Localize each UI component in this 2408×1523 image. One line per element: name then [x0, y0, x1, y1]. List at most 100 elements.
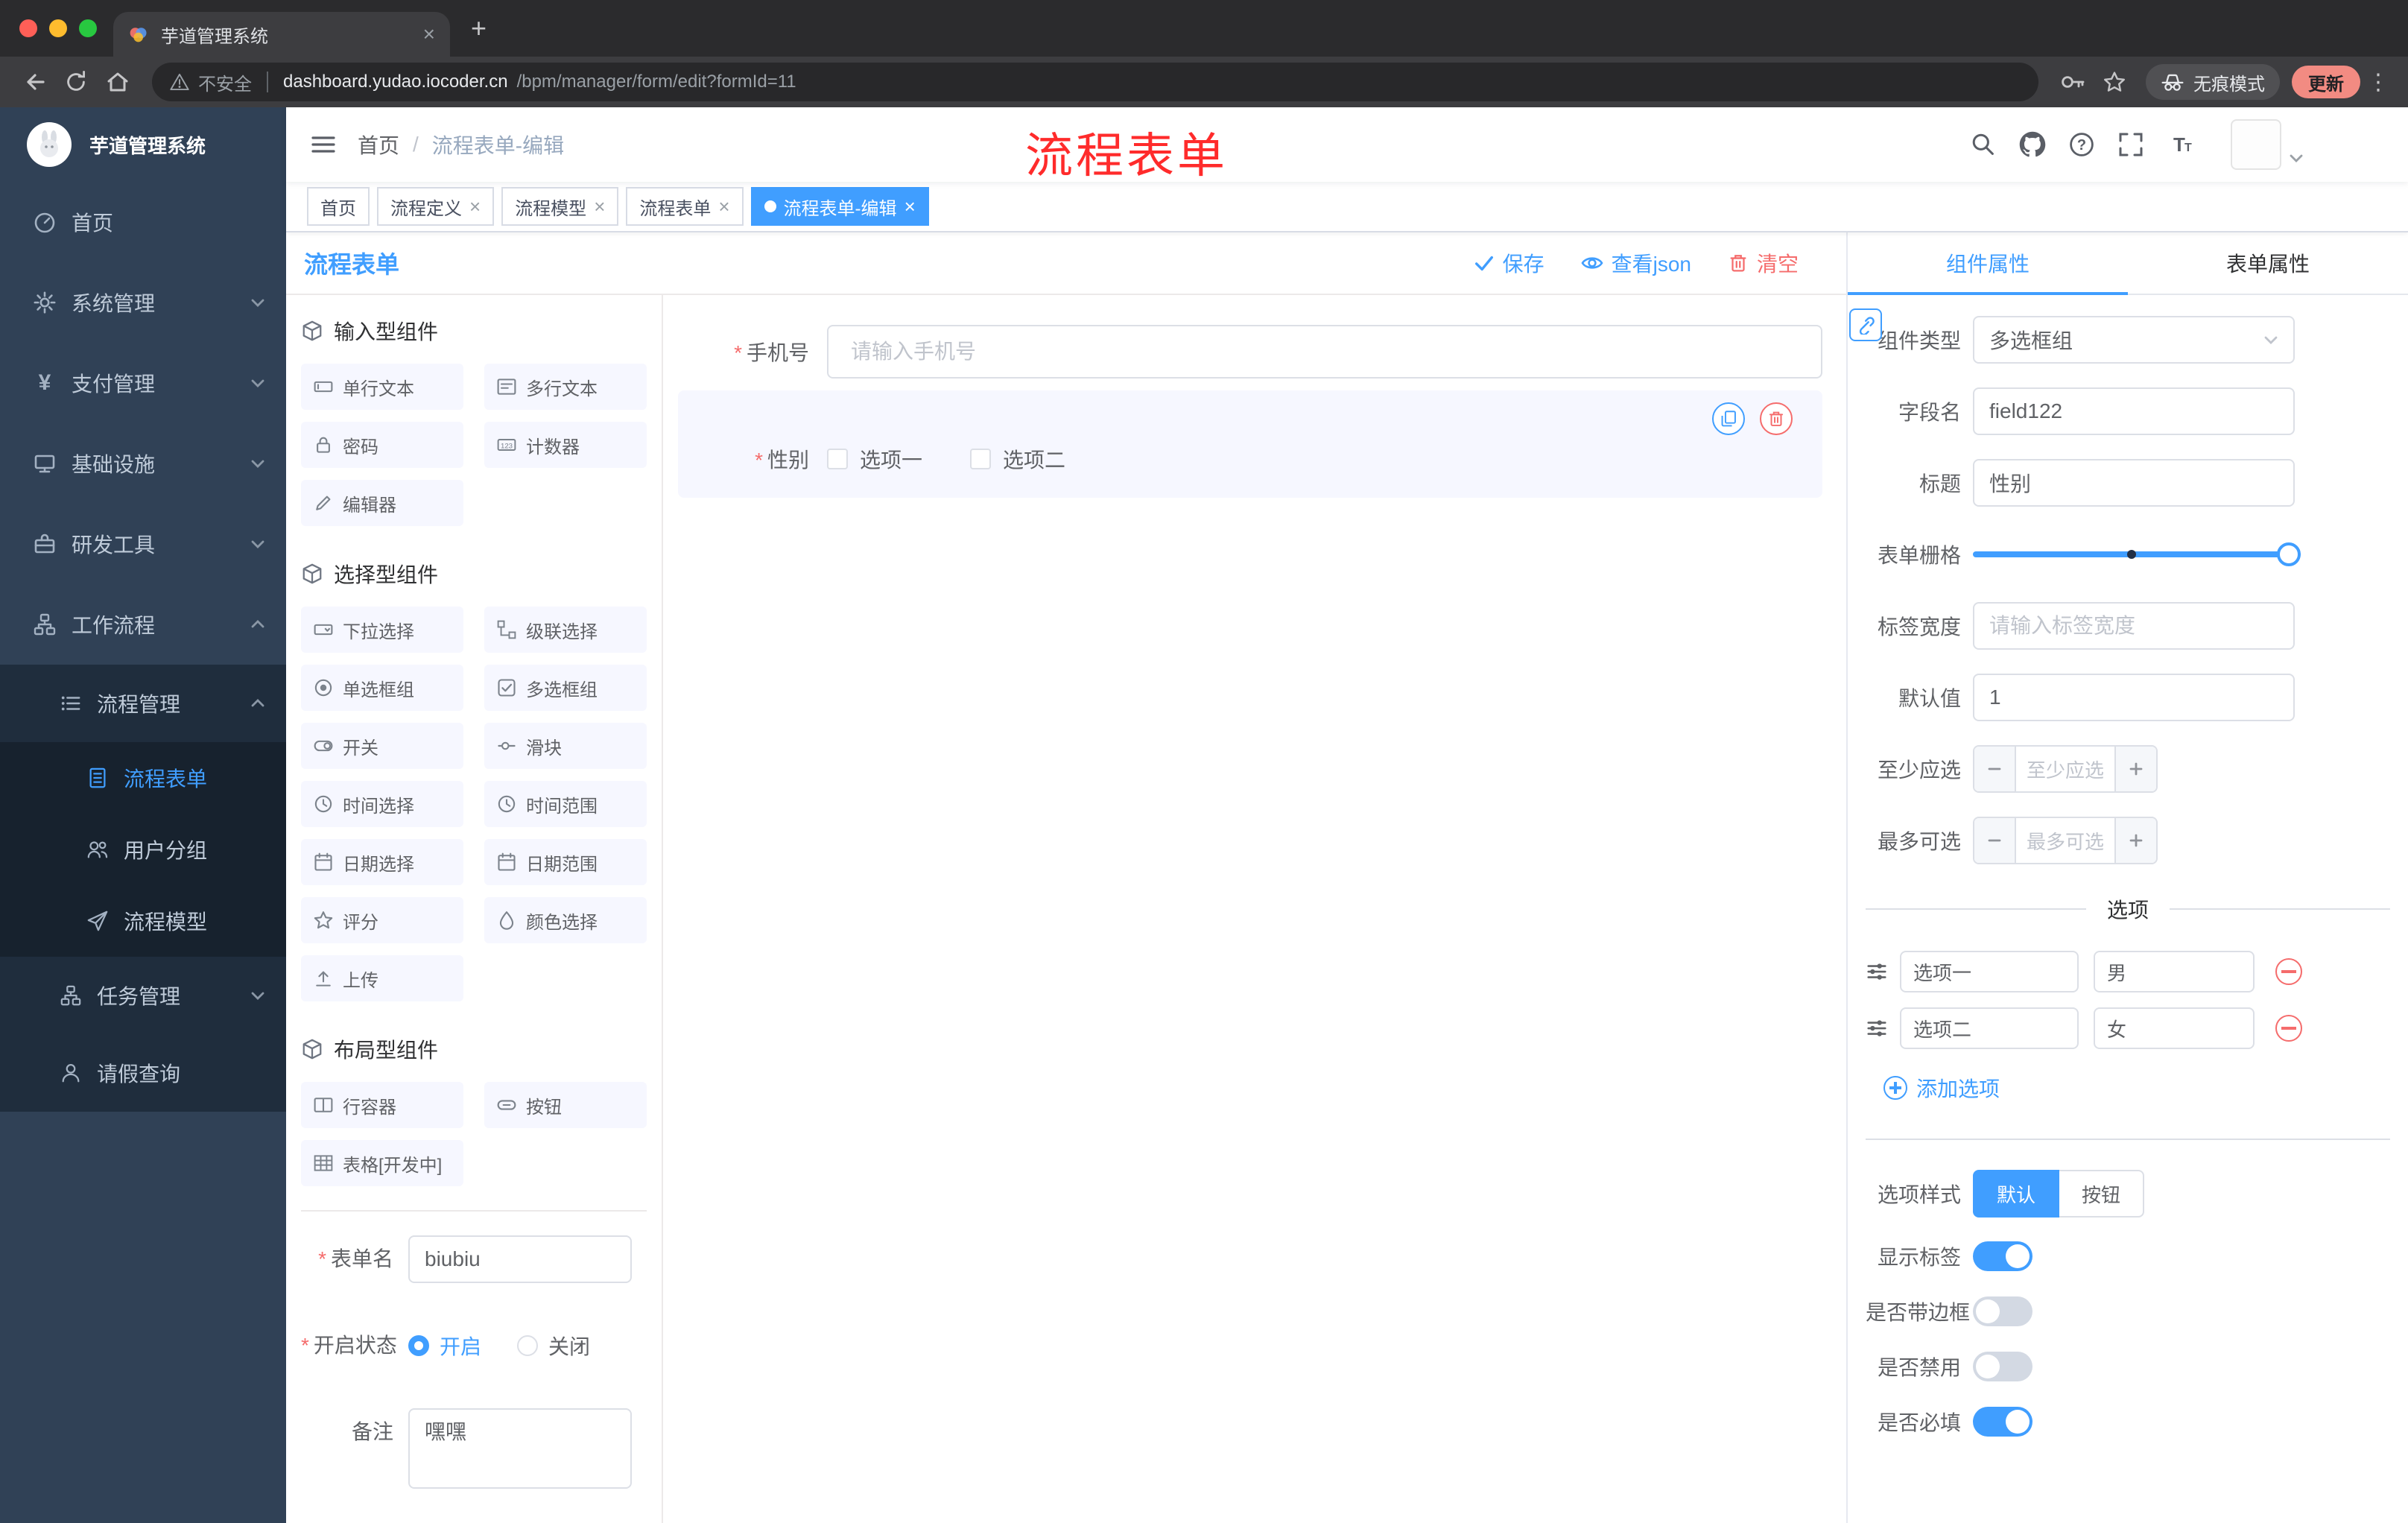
tag-home[interactable]: 首页 — [307, 187, 370, 226]
browser-tab[interactable]: 芋道管理系统 × — [113, 12, 450, 57]
component-time-picker[interactable]: 时间选择 — [301, 781, 463, 827]
form-remark-textarea[interactable]: 嘿嘿 — [408, 1408, 632, 1489]
stepper-placeholder[interactable]: 最多可选 — [2016, 818, 2114, 863]
github-icon[interactable] — [2019, 131, 2046, 158]
tag-process-definition[interactable]: 流程定义 — [377, 187, 495, 226]
sidebar-item-infrastructure[interactable]: 基础设施 — [0, 423, 286, 504]
component-type-select[interactable]: 多选框组 — [1973, 316, 2295, 364]
disabled-switch[interactable] — [1973, 1352, 2032, 1381]
title-input[interactable] — [1973, 459, 2295, 507]
back-button[interactable] — [15, 63, 54, 101]
drag-handle-icon[interactable] — [1866, 1017, 1888, 1039]
font-size-icon[interactable] — [2167, 131, 2193, 158]
sidebar-item-system[interactable]: 系统管理 — [0, 262, 286, 343]
component-checkbox-group[interactable]: 多选框组 — [484, 665, 647, 711]
component-button[interactable]: 按钮 — [484, 1082, 647, 1128]
show-label-switch[interactable] — [1973, 1241, 2032, 1271]
tag-close-icon[interactable] — [469, 197, 481, 216]
option-value-input[interactable] — [2094, 1007, 2255, 1049]
tab-component-props[interactable]: 组件属性 — [1848, 232, 2128, 295]
stepper-placeholder[interactable]: 至少应选 — [2016, 747, 2114, 791]
style-button-button[interactable]: 按钮 — [2059, 1170, 2145, 1218]
remove-option-button[interactable] — [2275, 1015, 2302, 1042]
increase-button[interactable] — [2114, 818, 2156, 863]
close-window-button[interactable] — [19, 19, 37, 37]
passwords-key-icon[interactable] — [2053, 63, 2092, 101]
field-name-input[interactable] — [1973, 387, 2295, 435]
reload-button[interactable] — [57, 63, 95, 101]
component-switch[interactable]: 开关 — [301, 723, 463, 769]
tag-close-icon[interactable] — [594, 197, 605, 216]
breadcrumb-home[interactable]: 首页 — [358, 130, 399, 159]
tab-form-props[interactable]: 表单属性 — [2128, 232, 2408, 294]
gender-option-2[interactable]: 选项二 — [970, 444, 1065, 474]
component-dropdown[interactable]: 下拉选择 — [301, 607, 463, 653]
search-icon[interactable] — [1970, 131, 1997, 158]
checkbox-icon[interactable] — [827, 449, 848, 469]
canvas-field-phone[interactable]: 手机号 — [678, 325, 1822, 379]
slider-handle[interactable] — [2277, 542, 2301, 566]
component-editor[interactable]: 编辑器 — [301, 480, 463, 526]
increase-button[interactable] — [2114, 747, 2156, 791]
form-name-input[interactable] — [408, 1235, 632, 1283]
delete-field-button[interactable] — [1760, 402, 1793, 435]
avatar[interactable] — [2231, 119, 2281, 170]
radio-closed[interactable]: 关闭 — [517, 1331, 590, 1361]
sidebar-item-payment[interactable]: ¥ 支付管理 — [0, 343, 286, 423]
sidebar-item-task-management[interactable]: 任务管理 — [0, 957, 286, 1034]
required-switch[interactable] — [1973, 1407, 2032, 1437]
component-cascader[interactable]: 级联选择 — [484, 607, 647, 653]
fullscreen-icon[interactable] — [2117, 131, 2144, 158]
component-date-picker[interactable]: 日期选择 — [301, 839, 463, 885]
browser-menu-icon[interactable] — [2363, 69, 2393, 95]
style-default-button[interactable]: 默认 — [1973, 1170, 2060, 1218]
sidebar-item-process-form[interactable]: 流程表单 — [0, 742, 286, 814]
minimize-window-button[interactable] — [49, 19, 67, 37]
border-switch[interactable] — [1973, 1296, 2032, 1326]
tag-process-form-edit[interactable]: 流程表单-编辑 — [750, 187, 929, 226]
add-option-button[interactable]: 添加选项 — [1883, 1073, 2408, 1103]
tag-close-icon[interactable] — [718, 197, 729, 216]
address-bar[interactable]: 不安全 dashboard.yudao.iocoder.cn/bpm/manag… — [152, 63, 2038, 101]
component-slider[interactable]: 滑块 — [484, 723, 647, 769]
view-json-button[interactable]: 查看json — [1580, 248, 1691, 278]
component-rate[interactable]: 评分 — [301, 897, 463, 943]
default-value-input[interactable] — [1973, 674, 2295, 721]
radio-open[interactable]: 开启 — [408, 1331, 481, 1361]
home-button[interactable] — [98, 63, 137, 101]
remove-option-button[interactable] — [2275, 958, 2302, 985]
bookmark-star-icon[interactable] — [2095, 63, 2134, 101]
sidebar-item-process-management[interactable]: 流程管理 — [0, 665, 286, 742]
tag-process-model[interactable]: 流程模型 — [501, 187, 619, 226]
component-upload[interactable]: 上传 — [301, 955, 463, 1001]
fullscreen-window-button[interactable] — [79, 19, 97, 37]
tag-process-form[interactable]: 流程表单 — [626, 187, 744, 226]
sidebar-item-devtools[interactable]: 研发工具 — [0, 504, 286, 584]
sidebar-item-leave-query[interactable]: 请假查询 — [0, 1034, 286, 1112]
component-multi-text[interactable]: 多行文本 — [484, 364, 647, 410]
canvas-field-gender-selected[interactable]: 性别 选项一 选项二 — [678, 390, 1822, 498]
hamburger-icon[interactable] — [310, 131, 337, 158]
save-button[interactable]: 保存 — [1473, 248, 1544, 278]
option-label-input[interactable] — [1900, 1007, 2079, 1049]
drag-handle-icon[interactable] — [1866, 960, 1888, 983]
copy-field-button[interactable] — [1712, 402, 1745, 435]
option-value-input[interactable] — [2094, 951, 2255, 992]
checkbox-icon[interactable] — [970, 449, 992, 469]
help-icon[interactable] — [2068, 131, 2095, 158]
sidebar-item-process-model[interactable]: 流程模型 — [0, 885, 286, 957]
gender-option-1[interactable]: 选项一 — [827, 444, 922, 474]
clear-button[interactable]: 清空 — [1727, 248, 1799, 278]
phone-input[interactable] — [827, 325, 1822, 379]
form-canvas[interactable]: 手机号 性别 — [663, 295, 1846, 1523]
decrease-button[interactable] — [1974, 747, 2016, 791]
tab-close-icon[interactable]: × — [423, 24, 435, 45]
sidebar-item-user-group[interactable]: 用户分组 — [0, 814, 286, 885]
component-password[interactable]: 密码 — [301, 422, 463, 468]
component-date-range[interactable]: 日期范围 — [484, 839, 647, 885]
component-single-text[interactable]: 单行文本 — [301, 364, 463, 410]
component-radio-group[interactable]: 单选框组 — [301, 665, 463, 711]
option-label-input[interactable] — [1900, 951, 2079, 992]
form-grid-slider[interactable] — [1973, 531, 2301, 578]
new-tab-button[interactable]: + — [471, 15, 487, 42]
